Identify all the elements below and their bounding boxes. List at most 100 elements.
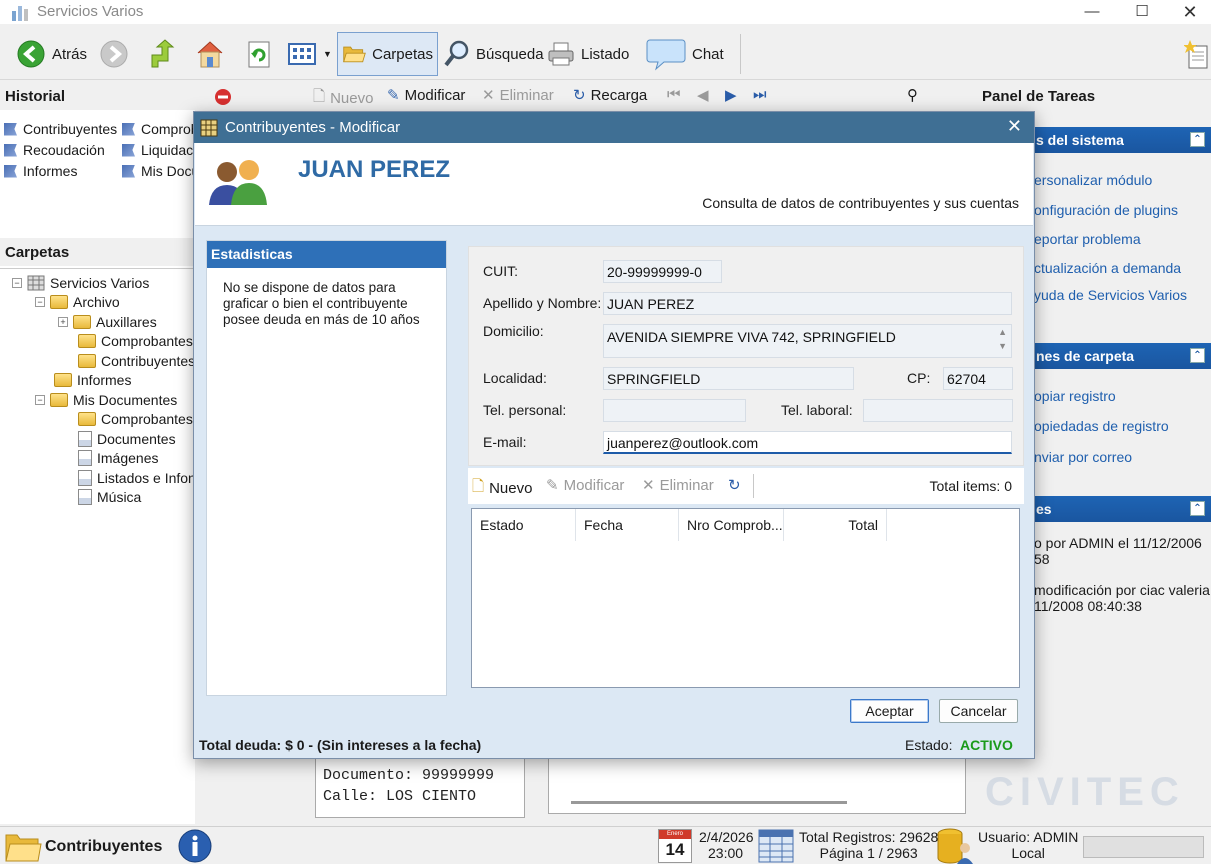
link-reportar-problema[interactable]: eportar problema (1034, 231, 1141, 247)
minimize-button[interactable]: — (1072, 1, 1112, 23)
address-field[interactable]: AVENIDA SIEMPRE VIVA 742, SPRINGFIELD ▲ ▼ (603, 324, 1012, 358)
account-new-button[interactable]: 🗋 Nuevo (472, 476, 532, 501)
personal-phone-field[interactable] (603, 399, 746, 422)
cancel-button[interactable]: Cancelar (939, 699, 1018, 723)
collapse-icon[interactable]: − (35, 395, 45, 405)
history-item-contribuyentes[interactable]: Contribuyentes (4, 121, 117, 137)
account-reload-button[interactable]: ↻ (728, 476, 741, 494)
folders-button[interactable]: Carpetas (337, 32, 438, 76)
link-copiar-registro[interactable]: opiar registro (1034, 388, 1116, 404)
history-item-label: Mis Docu (141, 163, 200, 179)
magnifier-icon (444, 40, 469, 67)
tree-item-mis-documentos[interactable]: − Mis Documentes (35, 392, 177, 408)
zip-field[interactable]: 62704 (943, 367, 1013, 390)
tree-item-label: Listados e Infon (97, 470, 196, 486)
find-button[interactable]: ⚲ (907, 86, 918, 104)
history-item-recaudacion[interactable]: Recoudación (4, 142, 105, 158)
list-button[interactable]: Listado (543, 32, 633, 76)
record-reload-button[interactable]: ↻ Recarga (573, 86, 647, 105)
collapse-icon[interactable]: − (12, 278, 22, 288)
cuit-field[interactable]: 20-99999999-0 (603, 260, 722, 283)
status-user: Usuario: ADMIN (978, 829, 1079, 845)
tree-item-documentos[interactable]: Documentes (78, 431, 176, 447)
next-record-button[interactable]: ▶ (725, 86, 737, 104)
folder-icon (78, 412, 96, 426)
link-enviar-correo[interactable]: nviar por correo (1034, 449, 1132, 465)
forward-button[interactable] (95, 32, 133, 76)
system-tasks-header[interactable]: s del sistema ⌃ (1030, 127, 1211, 153)
tree-item-informes[interactable]: Informes (54, 372, 131, 388)
record-new-button[interactable]: 🗋 Nuevo (313, 86, 373, 111)
accounts-grid[interactable]: Estado Fecha Nro Comprob... Total (471, 508, 1020, 688)
column-header-estado[interactable]: Estado (472, 509, 576, 541)
tree-item-comprobantes[interactable]: Comprobantes (78, 333, 193, 349)
up-folder-button[interactable] (142, 32, 180, 76)
link-personalizar-modulo[interactable]: ersonalizar módulo (1034, 172, 1152, 188)
folders-title: Carpetas (5, 244, 70, 261)
full-name-field[interactable]: JUAN PEREZ (603, 292, 1012, 315)
account-delete-button[interactable]: ✕ Eliminar (642, 476, 714, 495)
status-bar: Contribuyentes Enero 14 2/4/2026 23:00 T… (0, 826, 1211, 864)
history-item-informes[interactable]: Informes (4, 163, 77, 179)
images-icon (78, 450, 92, 466)
tree-item-label: Mis Documentes (73, 392, 178, 408)
accept-button[interactable]: Aceptar (850, 699, 929, 723)
link-ayuda[interactable]: yuda de Servicios Varios (1034, 287, 1187, 303)
collapse-up-icon[interactable]: ⌃ (1190, 132, 1205, 147)
record-delete-button[interactable]: ✕ Eliminar (482, 86, 554, 105)
chat-button[interactable]: Chat (642, 32, 728, 76)
tree-item-contribuyentes[interactable]: Contribuyentes (78, 353, 195, 369)
column-header-fecha[interactable]: Fecha (576, 509, 679, 541)
new-document-button[interactable] (1180, 32, 1211, 76)
view-mode-button[interactable]: ▼ (283, 32, 336, 76)
link-configuracion-plugins[interactable]: onfiguración de plugins (1034, 202, 1178, 218)
dialog-title: Contribuyentes - Modificar (225, 119, 401, 136)
account-new-label: Nuevo (489, 480, 533, 497)
collapse-icon[interactable]: − (35, 297, 45, 307)
last-record-button[interactable]: ⏭ (753, 86, 767, 103)
link-actualizacion-demanda[interactable]: ctualización a demanda (1034, 260, 1181, 276)
new-item-icon: 🗋 (472, 478, 485, 495)
prev-record-button[interactable]: ◀ (697, 86, 709, 104)
maximize-button[interactable]: ☐ (1122, 1, 1162, 23)
info-icon[interactable] (176, 828, 214, 864)
flag-icon (122, 164, 135, 178)
column-header-total[interactable]: Total (784, 509, 887, 541)
work-phone-field[interactable] (863, 399, 1013, 422)
printer-icon (548, 42, 574, 66)
city-field[interactable]: SPRINGFIELD (603, 367, 854, 390)
history-item-liquidaciones[interactable]: Liquidaci (122, 142, 196, 158)
link-propiedades-registro[interactable]: opiedadas de registro (1034, 418, 1169, 434)
tree-item-archivo[interactable]: − Archivo (35, 294, 120, 310)
refresh-icon (248, 41, 270, 68)
history-item-comprobantes[interactable]: Comprob (122, 121, 199, 137)
folder-actions-header[interactable]: nes de carpeta ⌃ (1030, 343, 1211, 369)
tree-item-imagenes[interactable]: Imágenes (78, 450, 158, 466)
chat-bubble-icon (646, 39, 686, 71)
refresh-button[interactable] (240, 32, 278, 76)
home-button[interactable] (190, 32, 230, 76)
tree-item-listados[interactable]: Listados e Infon (78, 470, 196, 486)
address-scroll-arrows-icon[interactable]: ▲ ▼ (998, 325, 1007, 353)
tree-item-auxiliares[interactable]: + Auxillares (58, 314, 157, 330)
tree-item-musica[interactable]: Música (78, 489, 141, 505)
scrollbar[interactable] (571, 801, 847, 804)
collapse-up-icon[interactable]: ⌃ (1190, 348, 1205, 363)
expand-icon[interactable]: + (58, 317, 68, 327)
details-header[interactable]: es ⌃ (1030, 496, 1211, 522)
first-record-button[interactable]: ⏮ (667, 86, 681, 103)
tree-item-servicios-varios[interactable]: − Servicios Varios (12, 275, 149, 291)
back-button[interactable]: Atrás (12, 32, 91, 76)
collapse-up-icon[interactable]: ⌃ (1190, 501, 1205, 516)
search-button[interactable]: Búsqueda (440, 32, 548, 76)
stop-icon[interactable] (214, 88, 232, 106)
record-modify-button[interactable]: ✎ Modificar (387, 86, 465, 105)
column-header-nro-comprobante[interactable]: Nro Comprob... (679, 509, 784, 541)
account-modify-button[interactable]: ✎ Modificar (546, 476, 624, 495)
close-window-button[interactable]: ✕ (1170, 1, 1210, 23)
folder-open-icon (343, 46, 366, 63)
tree-item-comprobantes-digitales[interactable]: Comprobantes d (78, 411, 205, 427)
history-item-mis-documentos[interactable]: Mis Docu (122, 163, 199, 179)
email-field[interactable]: juanperez@outlook.com (603, 431, 1012, 454)
dialog-close-icon[interactable]: ✕ (1007, 116, 1022, 137)
